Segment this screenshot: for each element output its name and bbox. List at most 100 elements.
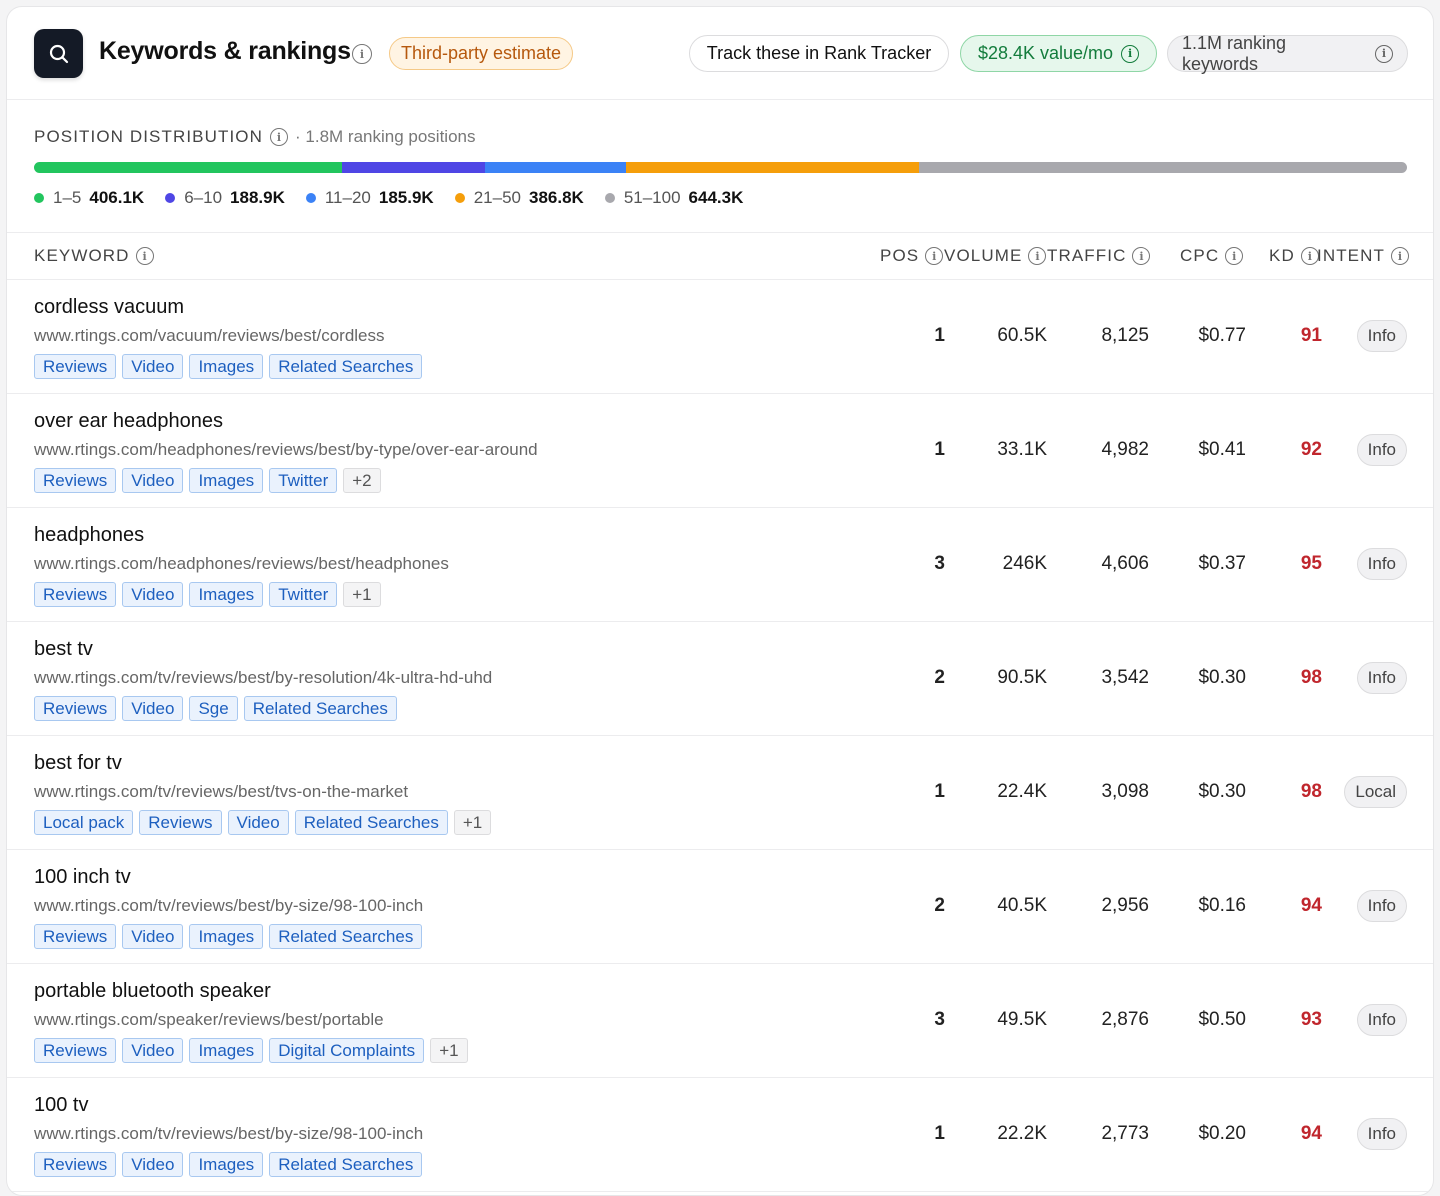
page-title: Keywords & rankings [99, 37, 351, 65]
serp-feature-tag: Reviews [34, 582, 117, 607]
ranking-url[interactable]: www.rtings.com/vacuum/reviews/best/cordl… [34, 326, 385, 346]
serp-feature-tag: Video [122, 1152, 184, 1177]
legend-item: 51–100 644.3K [604, 188, 744, 208]
more-tags-badge[interactable]: +2 [343, 468, 381, 493]
title-info-icon[interactable]: i [352, 44, 372, 64]
distribution-segment [34, 162, 342, 173]
serp-feature-tag: Related Searches [269, 924, 423, 949]
ranking-url[interactable]: www.rtings.com/headphones/reviews/best/h… [34, 554, 449, 574]
track-rank-tracker-button[interactable]: Track these in Rank Tracker [689, 35, 949, 72]
traffic-value: 2,773 [1101, 1123, 1149, 1144]
serp-feature-tags: Local pack Reviews Video Related Searches +1 [34, 810, 492, 835]
serp-feature-tag: Related Searches [269, 1152, 423, 1177]
serp-feature-tags: Reviews Video Images Related Searches [34, 354, 423, 379]
cpc-info-icon[interactable]: i [1225, 247, 1244, 265]
serp-feature-tag: Local pack [34, 810, 134, 835]
table-row[interactable]: cordless vacuum www.rtings.com/vacuum/rev… [7, 280, 1433, 394]
ranking-url[interactable]: www.rtings.com/speaker/reviews/best/port… [34, 1010, 384, 1030]
serp-feature-tag: Images [189, 1038, 264, 1063]
distribution-header: POSITION DISTRIBUTION i · 1.8M ranking p… [34, 127, 476, 147]
cpc-value: $0.16 [1198, 895, 1246, 916]
keyword-text[interactable]: portable bluetooth speaker [34, 980, 271, 1003]
keyword-text[interactable]: 100 inch tv [34, 866, 131, 889]
distribution-info-icon[interactable]: i [270, 128, 289, 146]
column-kd[interactable]: KD i [1269, 246, 1319, 266]
keyword-text[interactable]: best for tv [34, 752, 122, 775]
keyword-text[interactable]: 100 tv [34, 1094, 88, 1117]
traffic-value: 2,956 [1101, 895, 1149, 916]
keyword-info-icon[interactable]: i [135, 247, 154, 265]
table-header: KEYWORD i POS i VOLUME i TRAFFIC i CPC i… [7, 233, 1433, 280]
serp-feature-tag: Images [189, 582, 264, 607]
value-pill-label: $28.4K value/mo [977, 43, 1114, 63]
column-traffic[interactable]: TRAFFIC i [1047, 246, 1151, 266]
volume-info-icon[interactable]: i [1028, 247, 1047, 265]
table-row[interactable]: headphones www.rtings.com/headphones/revi… [7, 508, 1433, 622]
serp-feature-tag: Video [122, 1038, 184, 1063]
value-per-month-pill: $28.4K value/mo i [960, 35, 1157, 72]
serp-feature-tags: Reviews Video Images Related Searches [34, 924, 423, 949]
column-intent[interactable]: INTENT i [1317, 246, 1409, 266]
position-value: 2 [934, 895, 945, 916]
cpc-value: $0.37 [1198, 553, 1246, 574]
ranking-url[interactable]: www.rtings.com/tv/reviews/best/tvs-on-th… [34, 782, 408, 802]
legend-range: 1–5 [53, 188, 82, 207]
ranking-url[interactable]: www.rtings.com/headphones/reviews/best/b… [34, 440, 538, 460]
ranking-info-icon[interactable]: i [1375, 44, 1393, 63]
serp-feature-tags: Reviews Video Images Twitter +2 [34, 468, 381, 493]
more-tags-badge[interactable]: +1 [343, 582, 381, 607]
distribution-bar [34, 162, 1407, 173]
kd-value: 98 [1300, 781, 1322, 802]
serp-feature-tag: Images [189, 468, 264, 493]
kd-value: 91 [1300, 325, 1322, 346]
serp-feature-tag: Images [189, 924, 264, 949]
table-row[interactable]: 100 inch tv www.rtings.com/tv/reviews/bes… [7, 850, 1433, 964]
serp-feature-tag: Reviews [34, 1152, 117, 1177]
more-tags-badge[interactable]: +1 [430, 1038, 468, 1063]
more-tags-badge[interactable]: +1 [453, 810, 492, 835]
serp-feature-tag: Video [227, 810, 289, 835]
column-cpc[interactable]: CPC i [1180, 246, 1244, 266]
table-row[interactable]: portable bluetooth speaker www.rtings.com… [7, 964, 1433, 1078]
table-row[interactable]: 100 tv www.rtings.com/tv/reviews/best/by-… [7, 1078, 1433, 1192]
legend-count: 644.3K [688, 188, 744, 207]
column-volume[interactable]: VOLUME i [944, 246, 1047, 266]
table-row[interactable]: best for tv www.rtings.com/tv/reviews/bes… [7, 736, 1433, 850]
search-icon [49, 44, 68, 63]
intent-info-icon[interactable]: i [1390, 247, 1409, 265]
column-pos[interactable]: POS i [880, 246, 944, 266]
value-info-icon[interactable]: i [1121, 44, 1140, 63]
keyword-text[interactable]: over ear headphones [34, 410, 223, 433]
intent-badge: Info [1356, 320, 1407, 352]
pos-info-icon[interactable]: i [925, 247, 944, 265]
serp-feature-tag: Reviews [139, 810, 222, 835]
serp-feature-tag: Related Searches [294, 810, 448, 835]
column-cpc-label: CPC [1180, 246, 1220, 265]
track-button-label: Track these in Rank Tracker [706, 43, 932, 63]
ranking-url[interactable]: www.rtings.com/tv/reviews/best/by-size/9… [34, 1124, 423, 1144]
serp-feature-tag: Twitter [269, 468, 338, 493]
legend-range: 11–20 [324, 188, 371, 207]
traffic-info-icon[interactable]: i [1132, 247, 1151, 265]
column-keyword: KEYWORD i [34, 246, 154, 266]
keyword-text[interactable]: best tv [34, 638, 93, 661]
position-value: 3 [934, 553, 945, 574]
serp-feature-tag: Related Searches [243, 696, 397, 721]
keyword-text[interactable]: headphones [34, 524, 144, 547]
table-row[interactable]: best tv www.rtings.com/tv/reviews/best/by… [7, 622, 1433, 736]
legend-item: 21–50 386.8K [454, 188, 584, 208]
serp-feature-tag: Video [122, 354, 184, 379]
legend-dot-icon [34, 193, 44, 203]
cpc-value: $0.50 [1198, 1009, 1246, 1030]
serp-feature-tag: Images [189, 354, 264, 379]
serp-feature-tag: Related Searches [269, 354, 423, 379]
table-row[interactable]: over ear headphones www.rtings.com/headph… [7, 394, 1433, 508]
keyword-text[interactable]: cordless vacuum [34, 296, 184, 319]
traffic-value: 2,876 [1101, 1009, 1149, 1030]
ranking-url[interactable]: www.rtings.com/tv/reviews/best/by-resolu… [34, 668, 492, 688]
serp-feature-tag: Reviews [34, 354, 117, 379]
serp-feature-tag: Images [189, 1152, 264, 1177]
serp-feature-tag: Sge [189, 696, 238, 721]
ranking-url[interactable]: www.rtings.com/tv/reviews/best/by-size/9… [34, 896, 423, 916]
legend-dot-icon [604, 193, 615, 203]
